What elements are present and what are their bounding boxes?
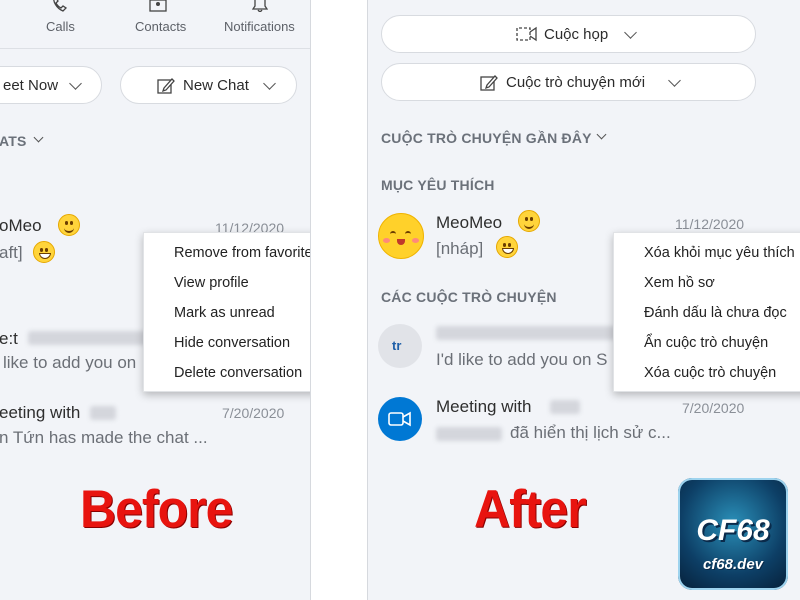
bell-icon: [252, 0, 268, 12]
favorites-header: MỤC YÊU THÍCH: [381, 177, 495, 193]
chevron-down-icon: [69, 77, 82, 90]
conversation-date: 7/20/2020: [222, 405, 285, 421]
message-preview: đã hiển thị lịch sử c...: [510, 423, 671, 442]
meeting-conversation[interactable]: Meeting with 7/20/2020 đã hiển thị lịch …: [368, 395, 800, 455]
smile-emoji: [518, 210, 540, 232]
meeting-conversation[interactable]: eeting with 7/20/2020 n Tứn has made the…: [0, 395, 310, 455]
blurred-name: [28, 331, 148, 345]
meeting-name: Meeting with: [436, 397, 532, 416]
message-preview: like to add you on: [3, 353, 137, 372]
contact-avatar: tr: [378, 324, 422, 368]
contacts-label: Contacts: [135, 19, 187, 34]
compose-icon: [480, 75, 498, 91]
menu-mark-unread[interactable]: Đánh dấu là chưa đọc: [644, 305, 787, 321]
logo-domain: cf68.dev: [702, 556, 764, 573]
menu-hide-conversation[interactable]: Hide conversation: [174, 335, 290, 351]
recent-header: CUỘC TRÒ CHUYỆN GẦN ĐÂY: [381, 130, 592, 146]
notifications-label: Notifications: [224, 19, 295, 34]
menu-mark-unread[interactable]: Mark as unread: [174, 305, 275, 321]
grin-emoji: [33, 241, 55, 263]
chevron-down-icon[interactable]: [596, 129, 607, 140]
contacts-tab[interactable]: Contacts: [130, 0, 190, 40]
contact-name: e:t: [0, 329, 18, 348]
context-menu: Xóa khỏi mục yêu thích Xem hồ sơ Đánh dấ…: [613, 232, 800, 392]
blurred-name: [550, 400, 580, 414]
chevron-down-icon: [668, 74, 681, 87]
meeting-button[interactable]: Cuộc họp: [381, 15, 756, 53]
contact-name: oMeo: [0, 216, 42, 235]
message-preview: n Tứn has made the chat ...: [0, 428, 208, 447]
blurred-name: [436, 427, 502, 441]
menu-view-profile[interactable]: View profile: [174, 275, 249, 291]
draft-label: aft]: [0, 243, 23, 262]
logo-brand: CF68: [696, 514, 770, 547]
chevron-down-icon: [263, 77, 276, 90]
message-preview: I'd like to add you on S: [436, 350, 608, 369]
phone-icon: [53, 0, 68, 12]
calls-tab[interactable]: Calls: [40, 0, 80, 40]
nav-divider: [0, 48, 310, 49]
video-camera-icon: [516, 26, 537, 42]
meeting-name: eeting with: [0, 403, 81, 422]
before-caption: Before: [80, 479, 233, 539]
compose-icon: [157, 78, 175, 94]
after-panel: Cuộc họp Cuộc trò chuyện mới CUỘC TRÒ CH…: [368, 0, 800, 600]
grin-emoji: [496, 236, 518, 258]
conversations-header: CÁC CUỘC TRÒ CHUYỆN: [381, 289, 557, 305]
conversation-date: 11/12/2020: [675, 216, 745, 232]
contacts-icon: [149, 0, 167, 12]
video-camera-icon: [388, 411, 411, 427]
contact-name: MeoMeo: [436, 213, 503, 232]
conversation-date: 7/20/2020: [682, 400, 745, 416]
menu-remove-favorites[interactable]: Remove from favorites: [174, 245, 310, 261]
blurred-name: [436, 326, 616, 340]
meeting-avatar: [378, 397, 422, 441]
chats-header: ATS: [0, 133, 27, 149]
menu-delete-conversation[interactable]: Delete conversation: [174, 365, 302, 381]
left-panel-border: [310, 0, 311, 600]
draft-label: [nháp]: [436, 239, 484, 258]
chevron-down-icon: [624, 26, 637, 39]
meomeo-avatar: [378, 213, 424, 259]
avatar-initials: tr: [392, 338, 402, 353]
after-caption: After: [474, 479, 587, 539]
before-panel: Calls Contacts Notifications eet Now New…: [0, 0, 310, 600]
menu-hide-conversation[interactable]: Ẩn cuộc trò chuyện: [644, 335, 768, 351]
new-conversation-button[interactable]: Cuộc trò chuyện mới: [381, 63, 756, 101]
menu-delete-conversation[interactable]: Xóa cuộc trò chuyện: [644, 365, 776, 381]
blurred-name: [90, 406, 116, 420]
menu-remove-favorites[interactable]: Xóa khỏi mục yêu thích: [644, 245, 795, 261]
smile-emoji: [58, 214, 80, 236]
calls-label: Calls: [46, 19, 75, 34]
new-chat-button[interactable]: New Chat: [120, 66, 297, 104]
meet-now-button[interactable]: eet Now: [0, 66, 102, 104]
cf68-logo: CF68 cf68.dev: [678, 478, 788, 590]
menu-view-profile[interactable]: Xem hồ sơ: [644, 275, 715, 291]
chevron-down-icon[interactable]: [33, 132, 44, 143]
context-menu: Remove from favorites View profile Mark …: [143, 232, 310, 392]
notifications-tab[interactable]: Notifications: [222, 0, 302, 40]
